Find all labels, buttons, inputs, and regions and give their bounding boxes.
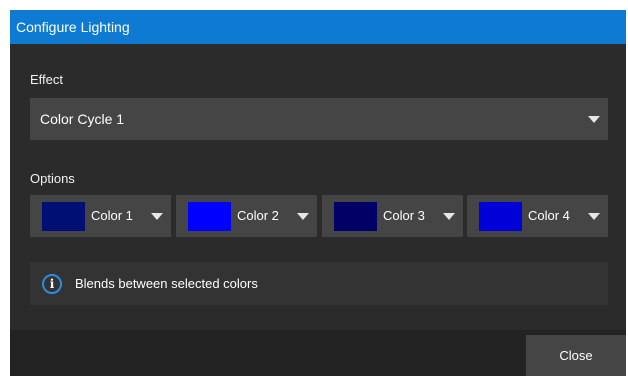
info-message: i Blends between selected colors [30,262,608,305]
color-options-row: Color 1 Color 2 Color 3 Color 4 [30,195,608,237]
info-text: Blends between selected colors [75,276,258,291]
chevron-down-icon [443,213,455,220]
color-3-dropdown[interactable]: Color 3 [322,195,463,237]
chevron-down-icon [297,213,309,220]
configure-lighting-dialog: Configure Lighting Effect Color Cycle 1 … [10,10,626,376]
color-1-dropdown[interactable]: Color 1 [30,195,171,237]
effect-dropdown[interactable]: Color Cycle 1 [30,98,608,140]
options-label: Options [30,171,75,186]
color-3-swatch [334,202,377,231]
chevron-down-icon [588,213,600,220]
chevron-down-icon [588,116,600,123]
color-4-label: Color 4 [528,208,570,223]
color-2-dropdown[interactable]: Color 2 [176,195,317,237]
chevron-down-icon [151,213,163,220]
effect-selected-value: Color Cycle 1 [40,111,125,127]
color-4-dropdown[interactable]: Color 4 [467,195,608,237]
close-button[interactable]: Close [526,335,626,376]
dialog-title: Configure Lighting [10,10,626,44]
color-2-label: Color 2 [237,208,279,223]
color-1-label: Color 1 [91,208,133,223]
color-3-label: Color 3 [383,208,425,223]
dialog-footer: Close [10,330,626,376]
color-2-swatch [188,202,231,231]
color-4-swatch [479,202,522,231]
effect-label: Effect [30,72,64,87]
color-1-swatch [42,202,85,231]
info-icon: i [42,274,62,294]
